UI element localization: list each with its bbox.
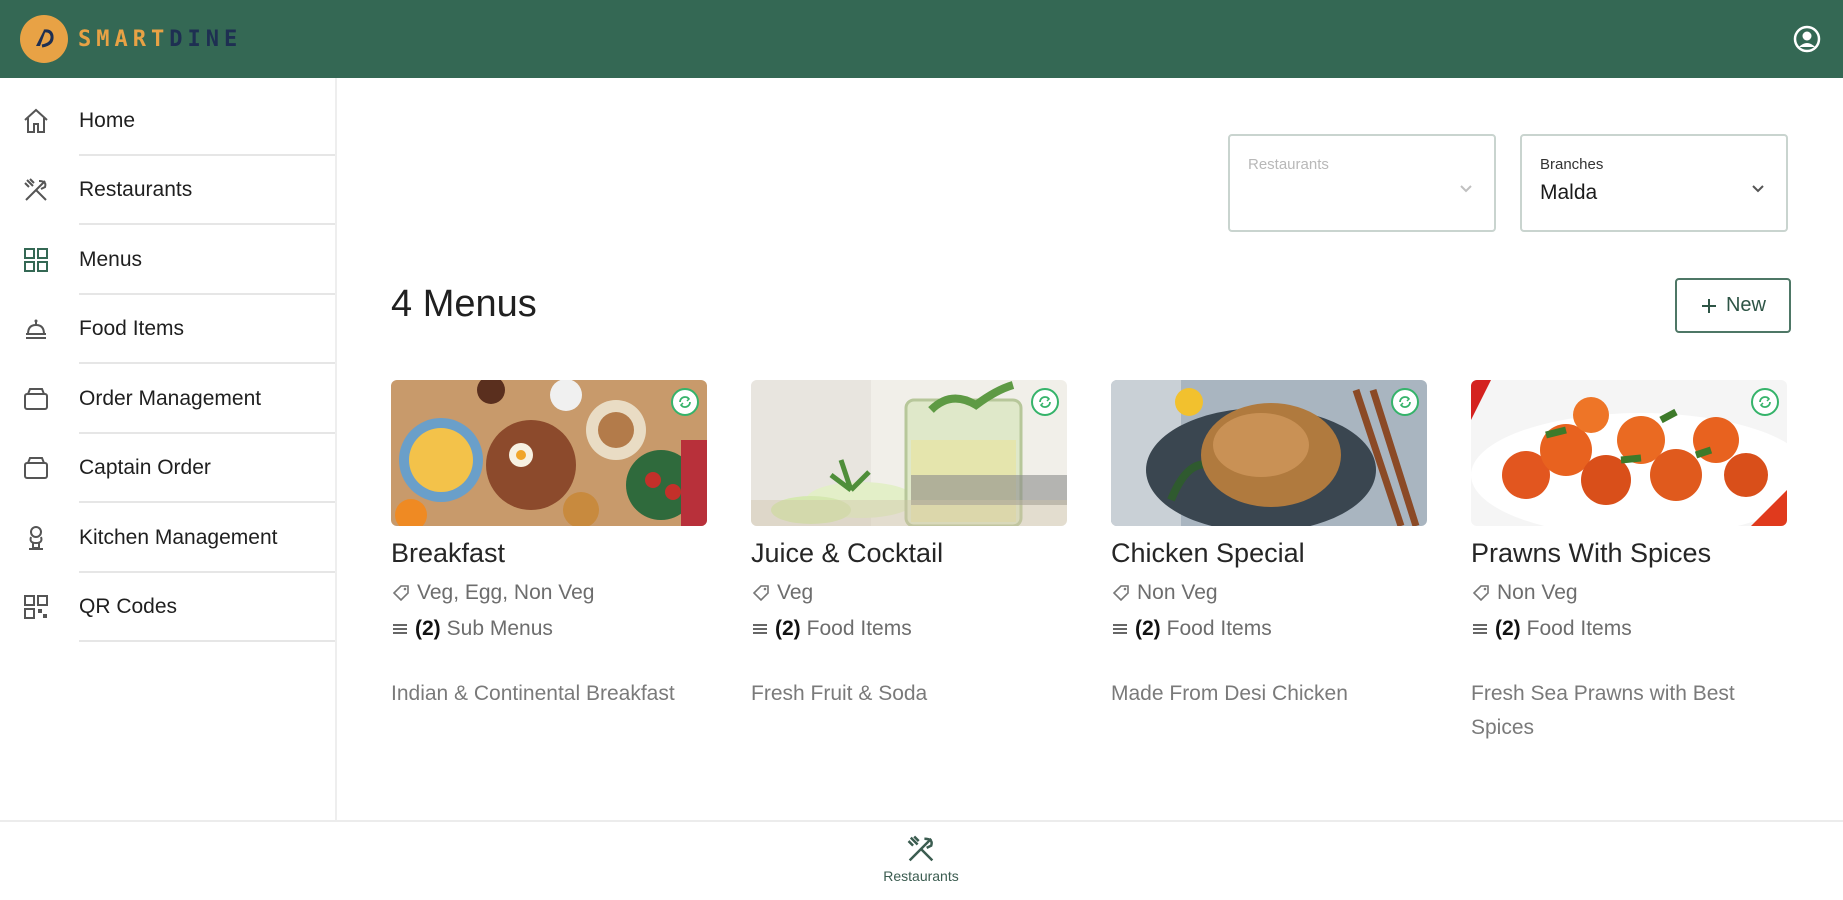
- sidebar-item-captain-order[interactable]: Captain Order: [0, 434, 335, 504]
- food-icon: [20, 313, 52, 345]
- menu-card-count-value: (2): [1495, 617, 1521, 640]
- brand-name-part1: SMART: [78, 26, 170, 52]
- brand-name-part2: DINE: [169, 26, 243, 52]
- sidebar-item-order-management[interactable]: Order Management: [0, 364, 335, 434]
- list-icon: [393, 624, 407, 634]
- menu-card-tags-text: Non Veg: [1497, 581, 1578, 604]
- plus-icon: [1701, 298, 1716, 313]
- menu-card-count-label: Food Items: [1526, 617, 1632, 640]
- home-icon: [20, 105, 52, 137]
- menu-card-count-label: Food Items: [1166, 617, 1272, 640]
- menu-card-image[interactable]: [1111, 380, 1427, 526]
- menu-card-tags-text: Non Veg: [1137, 581, 1218, 604]
- sync-icon: [1751, 388, 1779, 416]
- menu-card-image[interactable]: [751, 380, 1067, 526]
- new-menu-button[interactable]: New: [1675, 278, 1791, 333]
- menu-card-count: (2) Food Items: [751, 617, 1067, 641]
- tag-icon: [752, 585, 769, 602]
- brand-name: SMARTDINE: [78, 27, 242, 52]
- sync-icon: [1031, 388, 1059, 416]
- qr-code-icon: [20, 591, 52, 623]
- sidebar: Home Restaurants Menus Food Items Order …: [0, 78, 337, 820]
- menu-card-image[interactable]: [1471, 380, 1787, 526]
- sidebar-item-label: QR Codes: [79, 595, 178, 619]
- branches-select-label: Branches: [1540, 156, 1604, 173]
- menu-card[interactable]: Chicken Special Non Veg (2) Food Items M…: [1111, 380, 1427, 711]
- sidebar-item-home[interactable]: Home: [0, 86, 335, 156]
- sidebar-item-label: Order Management: [79, 386, 262, 410]
- top-app-bar: SMARTDINE: [0, 0, 1843, 78]
- sync-icon: [671, 388, 699, 416]
- sidebar-item-label: Restaurants: [79, 178, 193, 202]
- menu-card-title[interactable]: Prawns With Spices: [1471, 538, 1787, 569]
- menu-card[interactable]: Prawns With Spices Non Veg (2) Food Item…: [1471, 380, 1787, 745]
- bottom-nav: Restaurants: [0, 820, 1843, 900]
- tag-icon: [1472, 585, 1489, 602]
- sidebar-item-menus[interactable]: Menus: [0, 225, 335, 295]
- list-icon: [753, 624, 767, 634]
- branches-select[interactable]: Branches Malda: [1520, 134, 1788, 232]
- new-menu-button-label: New: [1725, 294, 1766, 316]
- fork-knife-icon: [907, 835, 934, 862]
- sidebar-item-label: Kitchen Management: [79, 525, 278, 549]
- brand-logo[interactable]: SMARTDINE: [20, 15, 242, 63]
- menu-card-tags-text: Veg, Egg, Non Veg: [417, 581, 595, 604]
- sidebar-item-label: Captain Order: [79, 456, 211, 480]
- menu-card-title[interactable]: Chicken Special: [1111, 538, 1427, 569]
- menu-card-count-value: (2): [775, 617, 801, 640]
- page-title: 4 Menus: [391, 283, 537, 325]
- fork-knife-icon: [20, 174, 52, 206]
- chef-icon: [20, 522, 52, 554]
- menu-card-title[interactable]: Juice & Cocktail: [751, 538, 1067, 569]
- tag-icon: [1112, 585, 1129, 602]
- menu-card-title[interactable]: Breakfast: [391, 538, 707, 569]
- menu-card-count-value: (2): [415, 617, 441, 640]
- menu-card-count: (2) Food Items: [1111, 617, 1427, 641]
- sidebar-item-label: Food Items: [79, 317, 185, 341]
- menu-card-description: Made From Desi Chicken: [1111, 682, 1348, 705]
- user-circle-icon: [1793, 25, 1821, 53]
- sidebar-item-food-items[interactable]: Food Items: [0, 295, 335, 365]
- menu-card-tags: Veg: [751, 581, 1067, 605]
- restaurants-select[interactable]: Restaurants: [1228, 134, 1496, 232]
- restaurants-select-label: Restaurants: [1248, 156, 1329, 173]
- chevron-down-icon: [1752, 180, 1764, 198]
- menu-card-tags-text: Veg: [777, 581, 814, 604]
- menu-card-description: Fresh Fruit & Soda: [751, 682, 928, 705]
- menu-card-count-label: Food Items: [806, 617, 912, 640]
- menu-card-image[interactable]: [391, 380, 707, 526]
- menu-card[interactable]: Juice & Cocktail Veg (2) Food Items Fres…: [751, 380, 1067, 711]
- branches-select-value: Malda: [1540, 181, 1598, 204]
- menu-card-count: (2) Food Items: [1471, 617, 1787, 641]
- menu-card-count-value: (2): [1135, 617, 1161, 640]
- logo-icon: [20, 15, 68, 63]
- menu-card-tags: Veg, Egg, Non Veg: [391, 581, 707, 605]
- box-icon: [20, 383, 52, 415]
- sidebar-item-label: Home: [79, 108, 136, 132]
- menu-card-count-label: Sub Menus: [446, 617, 553, 640]
- sidebar-item-kitchen-management[interactable]: Kitchen Management: [0, 503, 335, 573]
- sidebar-item-label: Menus: [79, 247, 143, 271]
- menu-card-tags: Non Veg: [1471, 581, 1787, 605]
- grid-icon: [20, 244, 52, 276]
- menu-card-description: Indian & Continental Breakfast: [391, 682, 675, 705]
- menu-card[interactable]: Breakfast Veg, Egg, Non Veg (2) Sub Menu…: [391, 380, 707, 711]
- sidebar-item-qr-codes[interactable]: QR Codes: [0, 573, 335, 643]
- bottom-nav-restaurants[interactable]: Restaurants: [873, 832, 969, 884]
- box-icon: [20, 452, 52, 484]
- tag-icon: [392, 585, 409, 602]
- list-icon: [1473, 624, 1487, 634]
- bottom-nav-label: Restaurants: [883, 868, 959, 884]
- list-icon: [1113, 624, 1127, 634]
- chevron-down-icon: [1460, 180, 1472, 198]
- profile-button[interactable]: [1791, 23, 1823, 55]
- main-content: Restaurants Branches Malda 4 Menus New B…: [339, 78, 1843, 820]
- menu-card-count: (2) Sub Menus: [391, 617, 707, 641]
- menu-card-description: Fresh Sea Prawns with Best Spices: [1471, 682, 1735, 739]
- menu-card-tags: Non Veg: [1111, 581, 1427, 605]
- sidebar-item-restaurants[interactable]: Restaurants: [0, 156, 335, 226]
- sync-icon: [1391, 388, 1419, 416]
